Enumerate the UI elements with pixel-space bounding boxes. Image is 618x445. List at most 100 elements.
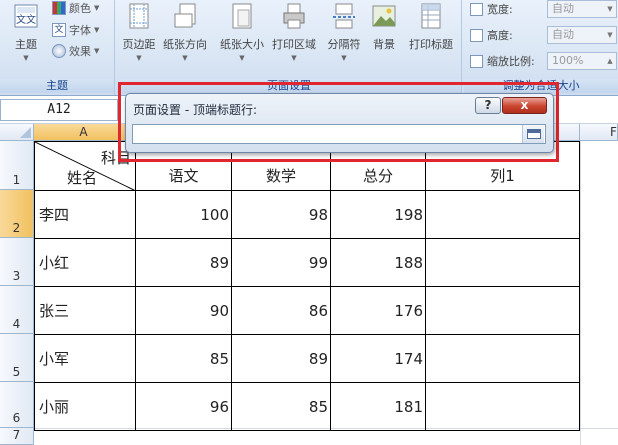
data-table: 科目 姓名 语文 数学 总分 列1 李四 100 98 198 小红 89 99… bbox=[34, 141, 580, 431]
orientation-button[interactable]: 纸张方向 ▼ bbox=[163, 2, 207, 64]
chevron-down-icon: ▼ bbox=[182, 54, 188, 62]
cell-name[interactable]: 小军 bbox=[34, 334, 136, 383]
colors-icon bbox=[52, 1, 66, 15]
background-label: 背景 bbox=[373, 38, 395, 51]
cell-math[interactable]: 85 bbox=[231, 382, 331, 431]
cell-total[interactable]: 198 bbox=[330, 190, 426, 239]
chevron-down-icon: ▼ bbox=[23, 54, 29, 62]
width-label: 宽度: bbox=[487, 3, 513, 16]
cell-col1[interactable] bbox=[425, 382, 580, 431]
background-icon bbox=[372, 5, 396, 27]
page-setup-group: 页边距 ▼ 纸张方向 ▼ 纸张大小 ▼ 打印区域 ▼ 分隔符 ▼ 背景 打印标题… bbox=[117, 0, 462, 95]
breaks-label: 分隔符 bbox=[327, 38, 361, 51]
chevron-down-icon: ▼ bbox=[94, 4, 100, 12]
cell-col1[interactable] bbox=[425, 334, 580, 383]
print-area-button[interactable]: 打印区域 ▼ bbox=[272, 2, 316, 64]
cell-total[interactable]: 174 bbox=[330, 334, 426, 383]
scale-icon bbox=[470, 54, 483, 68]
margins-icon bbox=[129, 3, 149, 29]
height-icon bbox=[470, 28, 483, 42]
print-titles-button[interactable]: 打印标题 bbox=[409, 2, 453, 64]
cell-col1[interactable] bbox=[425, 190, 580, 239]
title-rows-input[interactable] bbox=[132, 124, 546, 144]
chevron-down-icon: ▼ bbox=[136, 54, 142, 62]
table-row: 李四 100 98 198 bbox=[34, 190, 580, 239]
expand-dialog-icon bbox=[527, 129, 541, 139]
select-all-corner[interactable] bbox=[0, 124, 34, 141]
expand-dialog-button[interactable] bbox=[522, 125, 544, 143]
close-button[interactable]: x bbox=[502, 97, 547, 114]
cell-col1[interactable] bbox=[425, 286, 580, 335]
row-header-7[interactable]: 7 bbox=[0, 428, 34, 445]
row-header-1[interactable]: 1 bbox=[0, 141, 34, 190]
width-icon bbox=[470, 2, 483, 16]
cell-math[interactable]: 89 bbox=[231, 334, 331, 383]
width-row: 宽度: 自动 ▼ bbox=[470, 0, 617, 19]
row-header-3[interactable]: 3 bbox=[0, 238, 34, 286]
themes-button[interactable]: 文文 主题 ▼ bbox=[4, 2, 48, 64]
cell-chinese[interactable]: 85 bbox=[135, 334, 232, 383]
cell-math[interactable]: 86 bbox=[231, 286, 331, 335]
corner-triangle-icon bbox=[20, 127, 31, 138]
spinner-arrows-icon: ▲ bbox=[607, 57, 613, 65]
cell-total[interactable]: 176 bbox=[330, 286, 426, 335]
fonts-label: 字体 bbox=[69, 24, 91, 37]
scale-label: 缩放比例: bbox=[487, 55, 535, 68]
fonts-icon: 文 bbox=[52, 23, 66, 37]
theme-group: 文文 主题 ▼ 颜色 ▼ 文 字体 ▼ 效果 ▼ 主题 bbox=[0, 0, 115, 95]
cell-total[interactable]: 188 bbox=[330, 238, 426, 287]
themes-button-label: 主题 bbox=[15, 38, 37, 51]
cell-chinese[interactable]: 90 bbox=[135, 286, 232, 335]
chevron-down-icon: ▼ bbox=[94, 47, 100, 55]
effects-label: 效果 bbox=[69, 45, 91, 58]
name-label: 姓名 bbox=[67, 169, 98, 187]
chevron-down-icon: ▼ bbox=[239, 54, 245, 62]
cell-total[interactable]: 181 bbox=[330, 382, 426, 431]
cell-name[interactable]: 张三 bbox=[34, 286, 136, 335]
height-dropdown[interactable]: 自动 ▼ bbox=[547, 26, 617, 44]
height-value: 自动 bbox=[552, 28, 574, 41]
row-header-5[interactable]: 5 bbox=[0, 334, 34, 382]
margins-button[interactable]: 页边距 ▼ bbox=[117, 2, 161, 64]
chevron-down-icon: ▼ bbox=[607, 31, 613, 39]
fonts-button[interactable]: 文 字体 ▼ bbox=[52, 20, 99, 40]
scale-value: 100% bbox=[552, 54, 584, 67]
row-header-6[interactable]: 6 bbox=[0, 382, 34, 428]
cell-col1[interactable] bbox=[425, 238, 580, 287]
cell-chinese[interactable]: 100 bbox=[135, 190, 232, 239]
row-header-4[interactable]: 4 bbox=[0, 286, 34, 334]
background-button[interactable]: 背景 bbox=[362, 2, 406, 64]
cell-name[interactable]: 小红 bbox=[34, 238, 136, 287]
cell-chinese[interactable]: 89 bbox=[135, 238, 232, 287]
cell-math[interactable]: 98 bbox=[231, 190, 331, 239]
help-button[interactable]: ? bbox=[475, 97, 501, 114]
effects-button[interactable]: 效果 ▼ bbox=[52, 41, 99, 61]
breaks-button[interactable]: 分隔符 ▼ bbox=[322, 2, 366, 64]
paper-size-icon bbox=[232, 3, 252, 29]
size-label: 纸张大小 bbox=[220, 38, 264, 51]
cell-chinese[interactable]: 96 bbox=[135, 382, 232, 431]
page-breaks-icon bbox=[333, 3, 355, 29]
dialog-title: 页面设置 - 顶端标题行: bbox=[133, 103, 258, 117]
themes-icon: 文文 bbox=[14, 4, 38, 28]
scale-spinner[interactable]: 100% ▲ bbox=[547, 52, 617, 70]
cell-math[interactable]: 99 bbox=[231, 238, 331, 287]
svg-text:文文: 文文 bbox=[16, 13, 36, 26]
chevron-down-icon: ▼ bbox=[341, 54, 347, 62]
print-area-label: 打印区域 bbox=[272, 38, 316, 51]
margins-label: 页边距 bbox=[122, 38, 156, 51]
scale-row: 缩放比例: 100% ▲ bbox=[470, 51, 617, 71]
size-button[interactable]: 纸张大小 ▼ bbox=[220, 2, 264, 64]
cell-name[interactable]: 小丽 bbox=[34, 382, 136, 431]
width-value: 自动 bbox=[552, 2, 574, 15]
column-header-f[interactable]: F bbox=[580, 124, 618, 141]
height-row: 高度: 自动 ▼ bbox=[470, 25, 617, 45]
width-dropdown[interactable]: 自动 ▼ bbox=[547, 0, 617, 18]
name-box[interactable]: A12 bbox=[0, 99, 118, 121]
table-row: 小红 89 99 188 bbox=[34, 238, 580, 287]
row-header-2[interactable]: 2 bbox=[0, 190, 34, 238]
chevron-down-icon: ▼ bbox=[607, 5, 613, 13]
print-titles-icon bbox=[421, 3, 441, 29]
cell-name[interactable]: 李四 bbox=[34, 190, 136, 239]
colors-button[interactable]: 颜色 ▼ bbox=[52, 0, 99, 18]
